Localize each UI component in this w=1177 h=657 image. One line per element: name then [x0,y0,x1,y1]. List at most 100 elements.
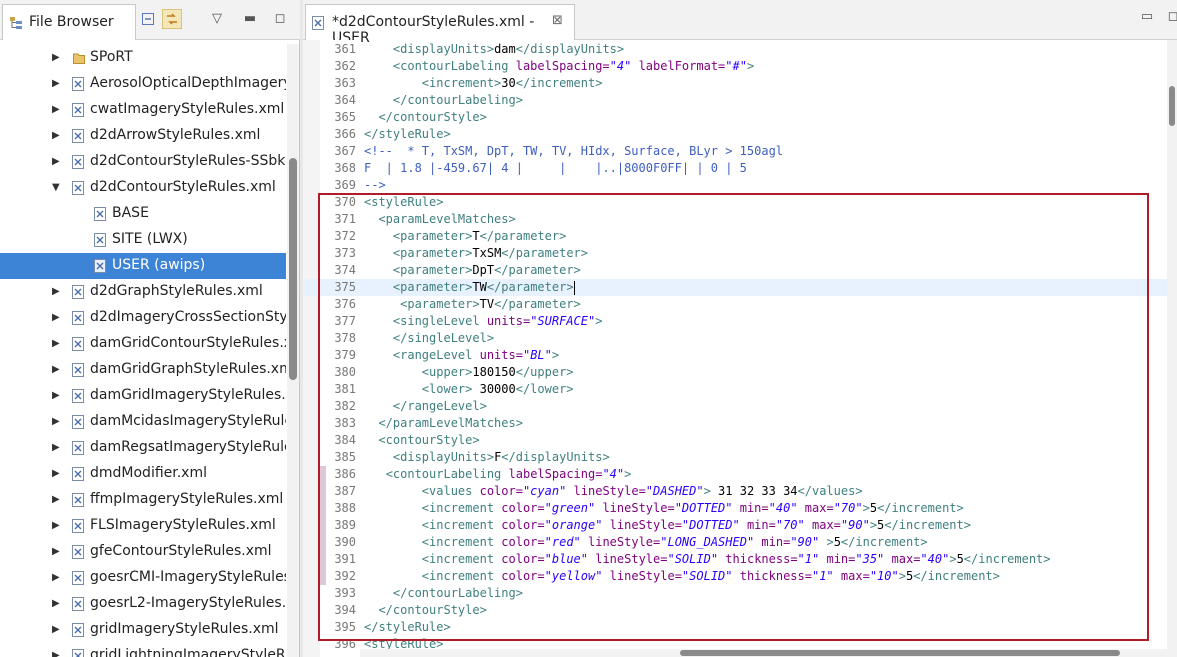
code-line[interactable]: 368 F | 1.8 |-459.67| 4 | | |..|8000F0FF|… [303,160,1167,177]
collapsed-arrow-icon[interactable]: ▶ [52,545,64,559]
tree-file-item[interactable]: ▶ d2dGraphStyleRules.xml [0,279,286,305]
view-menu-button[interactable]: ▽ [207,9,227,29]
code-line[interactable]: 372 <parameter>T</parameter> [303,228,1167,245]
tree-file-item[interactable]: ▶ gridImageryStyleRules.xml [0,617,286,643]
tree-folder-item[interactable]: ▶ SPoRT [0,45,286,71]
tree-file-item[interactable]: ▶ FLSImageryStyleRules.xml [0,513,286,539]
code-line[interactable]: 380 <upper>180150</upper> [303,364,1167,381]
code-line[interactable]: 387 <values color="cyan" lineStyle="DASH… [303,483,1167,500]
tree-file-item[interactable]: ▶ damGridImageryStyleRules.xm [0,383,286,409]
code-line[interactable]: 391 <increment color="blue" lineStyle="S… [303,551,1167,568]
tree-file-item[interactable]: ▶ damMcidasImageryStyleRules. [0,409,286,435]
collapsed-arrow-icon[interactable]: ▶ [52,129,64,143]
code-line[interactable]: 369 --> [303,177,1167,194]
code-line[interactable]: 361 <displayUnits>dam</displayUnits> [303,41,1167,58]
code-line[interactable]: 379 <rangeLevel units="BL"> [303,347,1167,364]
code-token: labelSpacing= [515,59,610,73]
file-tree-scroll-thumb[interactable] [289,158,297,380]
code-line[interactable]: 370 <styleRule> [303,194,1167,211]
code-line[interactable]: 393 </contourLabeling> [303,585,1167,602]
collapsed-arrow-icon[interactable]: ▶ [52,493,64,507]
code-line[interactable]: 367 <!-- * T, TxSM, DpT, TW, TV, HIdx, Su… [303,143,1167,160]
editor-maximize-icon[interactable]: ◻ [1165,9,1177,25]
file-tree-scrollbar[interactable] [287,44,299,657]
code-line[interactable]: 362 <contourLabeling labelSpacing="4" la… [303,58,1167,75]
tree-file-item[interactable]: ▶ ffmpImageryStyleRules.xml [0,487,286,513]
code-line[interactable]: 375 <parameter>TW</parameter> [303,279,1167,296]
code-line[interactable]: 373 <parameter>TxSM</parameter> [303,245,1167,262]
tree-file-item[interactable]: ▶ d2dContourStyleRules-SSbkp. [0,149,286,175]
code-line[interactable]: 374 <parameter>DpT</parameter> [303,262,1167,279]
editor-horizontal-scrollbar[interactable] [360,649,1167,657]
tree-file-item[interactable]: USER (awips) [0,253,286,279]
editor-horizontal-scroll-thumb[interactable] [680,650,1120,656]
editor-minimize-icon[interactable]: ▭ [1139,9,1155,25]
code-line[interactable]: 389 <increment color="orange" lineStyle=… [303,517,1167,534]
collapsed-arrow-icon[interactable]: ▶ [52,389,64,403]
code-line[interactable]: 381 <lower> 30000</lower> [303,381,1167,398]
code-line[interactable]: 388 <increment color="green" lineStyle="… [303,500,1167,517]
tree-file-item[interactable]: ▶ gridLightningImageryStyleRule [0,643,286,657]
collapsed-arrow-icon[interactable]: ▶ [52,155,64,169]
tree-file-item[interactable]: ▶ dmdModifier.xml [0,461,286,487]
code-line[interactable]: 365 </contourStyle> [303,109,1167,126]
code-line[interactable]: 383 </paramLevelMatches> [303,415,1167,432]
tree-file-item[interactable]: ▶ goesrL2-ImageryStyleRules.xr [0,591,286,617]
code-line[interactable]: 395 </styleRule> [303,619,1167,636]
collapsed-arrow-icon[interactable]: ▶ [52,285,64,299]
code-line[interactable]: 385 <displayUnits>F</displayUnits> [303,449,1167,466]
code-line[interactable]: 392 <increment color="yellow" lineStyle=… [303,568,1167,585]
collapsed-arrow-icon[interactable]: ▶ [52,311,64,325]
collapsed-arrow-icon[interactable]: ▶ [52,519,64,533]
code-line[interactable]: 394 </contourStyle> [303,602,1167,619]
editor-vertical-scroll-thumb[interactable] [1169,86,1175,126]
editor-vertical-scrollbar[interactable] [1167,40,1177,657]
collapsed-arrow-icon[interactable]: ▶ [52,77,64,91]
tree-file-item[interactable]: ▶ damRegsatImageryStyleRules. [0,435,286,461]
tree-file-item[interactable]: ▶ d2dImageryCrossSectionStyle [0,305,286,331]
code-line[interactable]: 384 <contourStyle> [303,432,1167,449]
collapsed-arrow-icon[interactable]: ▶ [52,597,64,611]
collapsed-arrow-icon[interactable]: ▶ [52,441,64,455]
tree-file-item[interactable]: ▶ damGridGraphStyleRules.xml [0,357,286,383]
link-with-editor-button[interactable] [162,9,182,29]
collapsed-arrow-icon[interactable]: ▶ [52,103,64,117]
code-line[interactable]: 371 <paramLevelMatches> [303,211,1167,228]
collapsed-arrow-icon[interactable]: ▶ [52,415,64,429]
line-number: 383 [334,416,356,430]
code-line[interactable]: 382 </rangeLevel> [303,398,1167,415]
tree-file-item[interactable]: ▶ gfeContourStyleRules.xml [0,539,286,565]
file-browser-tab[interactable]: File Browser [2,4,136,40]
code-line[interactable]: 364 </contourLabeling> [303,92,1167,109]
editor-tab[interactable]: *d2dContourStyleRules.xml - USER ⊠ [305,4,575,46]
code-line[interactable]: 363 <increment>30</increment> [303,75,1167,92]
code-line[interactable]: 377 <singleLevel units="SURFACE"> [303,313,1167,330]
expanded-arrow-icon[interactable]: ▼ [52,181,64,195]
tree-file-item[interactable]: ▶ goesrCMI-ImageryStyleRules.: [0,565,286,591]
code-line[interactable]: 378 </singleLevel> [303,330,1167,347]
code-line[interactable]: 386 <contourLabeling labelSpacing="4"> [303,466,1167,483]
tree-file-item[interactable]: ▶ d2dArrowStyleRules.xml [0,123,286,149]
minimize-button[interactable]: ▬ [240,9,260,29]
collapsed-arrow-icon[interactable]: ▶ [52,623,64,637]
collapsed-arrow-icon[interactable]: ▶ [52,467,64,481]
code-line[interactable]: 390 <increment color="red" lineStyle="LO… [303,534,1167,551]
tree-file-item[interactable]: ▶ AerosolOpticalDepthImageryS [0,71,286,97]
tree-file-item[interactable]: ▼ d2dContourStyleRules.xml [0,175,286,201]
collapsed-arrow-icon[interactable]: ▶ [52,363,64,377]
collapsed-arrow-icon[interactable]: ▶ [52,649,64,657]
collapsed-arrow-icon[interactable]: ▶ [52,337,64,351]
collapse-all-button[interactable] [138,9,158,29]
code-line[interactable]: 366 </styleRule> [303,126,1167,143]
collapsed-arrow-icon[interactable]: ▶ [52,571,64,585]
code-area[interactable]: 361 <displayUnits>dam</displayUnits> 362 … [303,40,1177,657]
tree-file-item[interactable]: SITE (LWX) [0,227,286,253]
tree-file-item[interactable]: ▶ damGridContourStyleRules.xm [0,331,286,357]
close-tab-icon[interactable]: ⊠ [552,13,563,28]
tree-file-item[interactable]: BASE [0,201,286,227]
collapsed-arrow-icon[interactable]: ▶ [52,51,64,65]
maximize-button[interactable]: ◻ [270,9,290,29]
code-line[interactable]: 376 <parameter>TV</parameter> [303,296,1167,313]
tree-file-item[interactable]: ▶ cwatImageryStyleRules.xml [0,97,286,123]
